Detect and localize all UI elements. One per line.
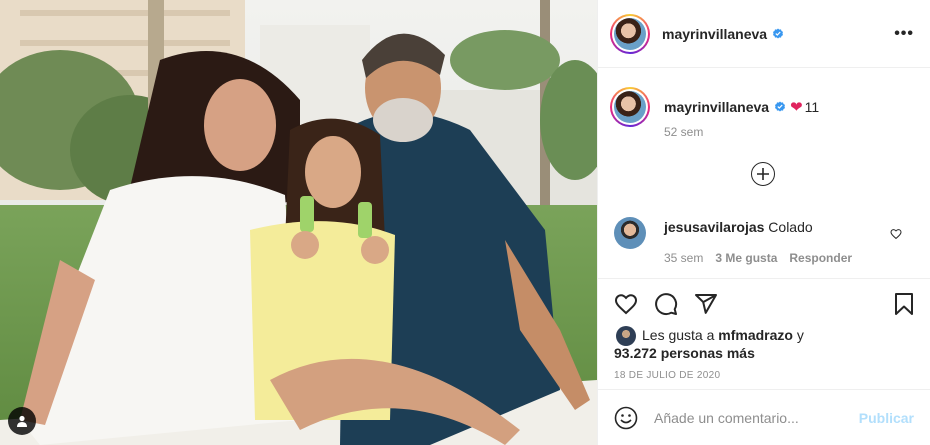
avatar-inner — [612, 15, 648, 52]
heart-emoji: ❤ — [790, 99, 803, 116]
comment-input[interactable] — [654, 409, 859, 426]
like-button[interactable] — [614, 292, 638, 316]
user-tag-icon — [17, 415, 27, 427]
post-caption: mayrinvillaneva ❤ 11 52 sem — [610, 87, 914, 139]
liker-avatar[interactable] — [616, 326, 636, 346]
author-username[interactable]: mayrinvillaneva — [662, 26, 767, 42]
caption-avatar[interactable] — [610, 87, 650, 127]
comment-likes-count[interactable]: 3 Me gusta — [715, 251, 777, 265]
comment-meta: 35 sem 3 Me gusta Responder — [664, 251, 852, 265]
commenter-avatar[interactable] — [614, 217, 646, 249]
caption-timestamp[interactable]: 52 sem — [664, 125, 703, 139]
likes-line-1: Les gusta a mfmadrazo y — [642, 326, 914, 344]
comments-section: mayrinvillaneva ❤ 11 52 sem jesusavilaroja… — [598, 69, 930, 279]
comment-body: jesusavilarojas Colado — [664, 219, 813, 235]
plus-circle-icon — [757, 168, 769, 180]
likes-others-count[interactable]: 93.272 personas más — [614, 345, 755, 361]
caption-text: mayrinvillaneva ❤ 11 — [664, 98, 819, 116]
caption-avatar-image — [614, 91, 646, 123]
likes-prefix: Les gusta a — [642, 327, 715, 343]
comment-like-button[interactable] — [890, 227, 902, 243]
add-comment-bar: Publicar — [598, 389, 930, 445]
reply-button[interactable]: Responder — [789, 251, 852, 265]
save-button[interactable] — [892, 292, 916, 316]
post-actions-bar — [614, 290, 916, 318]
post-header: mayrinvillaneva ••• — [598, 0, 930, 68]
avatar-image — [614, 17, 646, 50]
user-tag-button[interactable] — [8, 407, 36, 435]
comment-button[interactable] — [654, 292, 678, 316]
likes-joiner: y — [796, 327, 804, 343]
caption-username[interactable]: mayrinvillaneva — [664, 99, 769, 115]
verified-badge-icon — [772, 28, 784, 40]
likes-line-2: 93.272 personas más — [614, 344, 914, 362]
caption-avatar-inner — [612, 89, 648, 125]
smiley-icon — [614, 406, 638, 429]
share-icon — [695, 294, 717, 314]
bookmark-icon — [895, 293, 913, 315]
verified-badge-icon — [774, 101, 786, 113]
heart-icon — [890, 229, 902, 240]
caption-row: mayrinvillaneva ❤ 11 — [610, 87, 914, 127]
emoji-button[interactable] — [614, 406, 638, 430]
author-avatar[interactable] — [610, 13, 650, 54]
publish-button[interactable]: Publicar — [859, 410, 914, 426]
share-button[interactable] — [694, 292, 718, 316]
liker-username[interactable]: mfmadrazo — [718, 327, 793, 343]
caption-number: 11 — [804, 99, 820, 115]
family-photo-illustration — [0, 0, 597, 445]
comment-icon — [655, 293, 678, 316]
comment-timestamp[interactable]: 35 sem — [664, 251, 703, 265]
commenter-username[interactable]: jesusavilarojas — [664, 219, 764, 235]
post-date[interactable]: 18 DE JULIO DE 2020 — [614, 370, 720, 381]
comment-item: jesusavilarojas Colado 35 sem 3 Me gusta… — [614, 217, 914, 277]
load-more-comments-button[interactable] — [751, 162, 775, 186]
more-options-button[interactable]: ••• — [894, 25, 914, 43]
heart-icon — [614, 294, 638, 315]
comment-text: Colado — [768, 219, 813, 235]
likes-summary: Les gusta a mfmadrazo y 93.272 personas … — [614, 326, 914, 362]
post-side-panel: mayrinvillaneva ••• mayrinvillaneva ❤ 11 5… — [597, 0, 930, 445]
post-photo[interactable] — [0, 0, 597, 445]
